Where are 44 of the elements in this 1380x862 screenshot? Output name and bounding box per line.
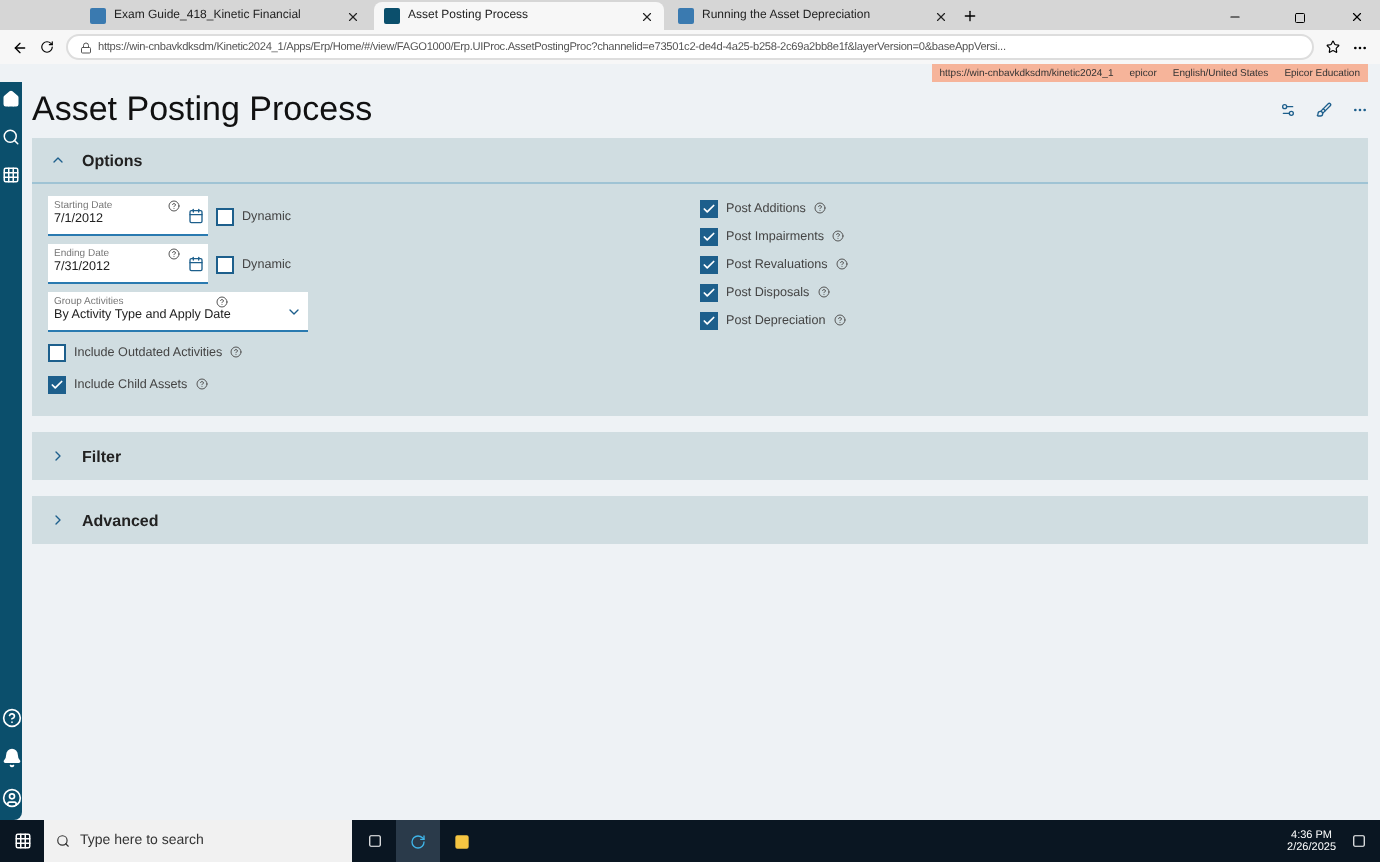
home-icon[interactable] bbox=[2, 90, 20, 108]
checkbox[interactable] bbox=[700, 311, 718, 329]
bell-icon[interactable] bbox=[1, 748, 21, 768]
help-icon[interactable] bbox=[216, 296, 228, 308]
reload-icon[interactable] bbox=[40, 40, 54, 54]
page-icon bbox=[384, 8, 400, 24]
new-tab-icon[interactable] bbox=[962, 8, 978, 24]
chevron-icon[interactable] bbox=[286, 304, 302, 320]
checkbox[interactable] bbox=[48, 375, 66, 393]
section-header[interactable]: Filter bbox=[32, 432, 1368, 480]
checkbox[interactable] bbox=[700, 283, 718, 301]
chevron-icon[interactable] bbox=[50, 512, 66, 528]
calendar-icon[interactable] bbox=[188, 208, 204, 224]
checkbox[interactable] bbox=[216, 207, 234, 225]
minimize-icon[interactable] bbox=[1228, 10, 1242, 24]
checkbox[interactable] bbox=[48, 343, 66, 361]
search-icon bbox=[56, 834, 70, 848]
help-icon[interactable] bbox=[168, 248, 180, 260]
section-header[interactable]: Options bbox=[32, 138, 1368, 184]
close-icon[interactable] bbox=[934, 9, 948, 23]
page-icon bbox=[90, 8, 106, 24]
chevron-icon[interactable] bbox=[50, 152, 66, 168]
close-icon[interactable] bbox=[346, 9, 360, 23]
star-icon[interactable] bbox=[1326, 40, 1340, 54]
help-icon[interactable] bbox=[168, 200, 180, 212]
close-icon[interactable] bbox=[1350, 10, 1364, 24]
chevron-icon[interactable] bbox=[50, 448, 66, 464]
calendar-icon[interactable] bbox=[188, 256, 204, 272]
maximize-icon[interactable] bbox=[1294, 12, 1306, 24]
brush-icon[interactable] bbox=[1316, 102, 1332, 118]
checkbox[interactable] bbox=[216, 255, 234, 273]
checkbox[interactable] bbox=[700, 199, 718, 217]
back-icon[interactable] bbox=[12, 39, 28, 55]
page-icon bbox=[678, 8, 694, 24]
lock-icon[interactable] bbox=[80, 41, 92, 53]
page-title: Asset Posting Process bbox=[32, 90, 375, 130]
close-icon[interactable] bbox=[640, 9, 654, 23]
grid-icon[interactable] bbox=[2, 166, 20, 184]
search-icon[interactable] bbox=[2, 128, 20, 146]
section-header[interactable]: Advanced bbox=[32, 496, 1368, 544]
settings-icon[interactable] bbox=[1280, 102, 1296, 118]
checkbox[interactable] bbox=[700, 255, 718, 273]
checkbox[interactable] bbox=[700, 227, 718, 245]
user-icon[interactable] bbox=[1, 788, 21, 808]
